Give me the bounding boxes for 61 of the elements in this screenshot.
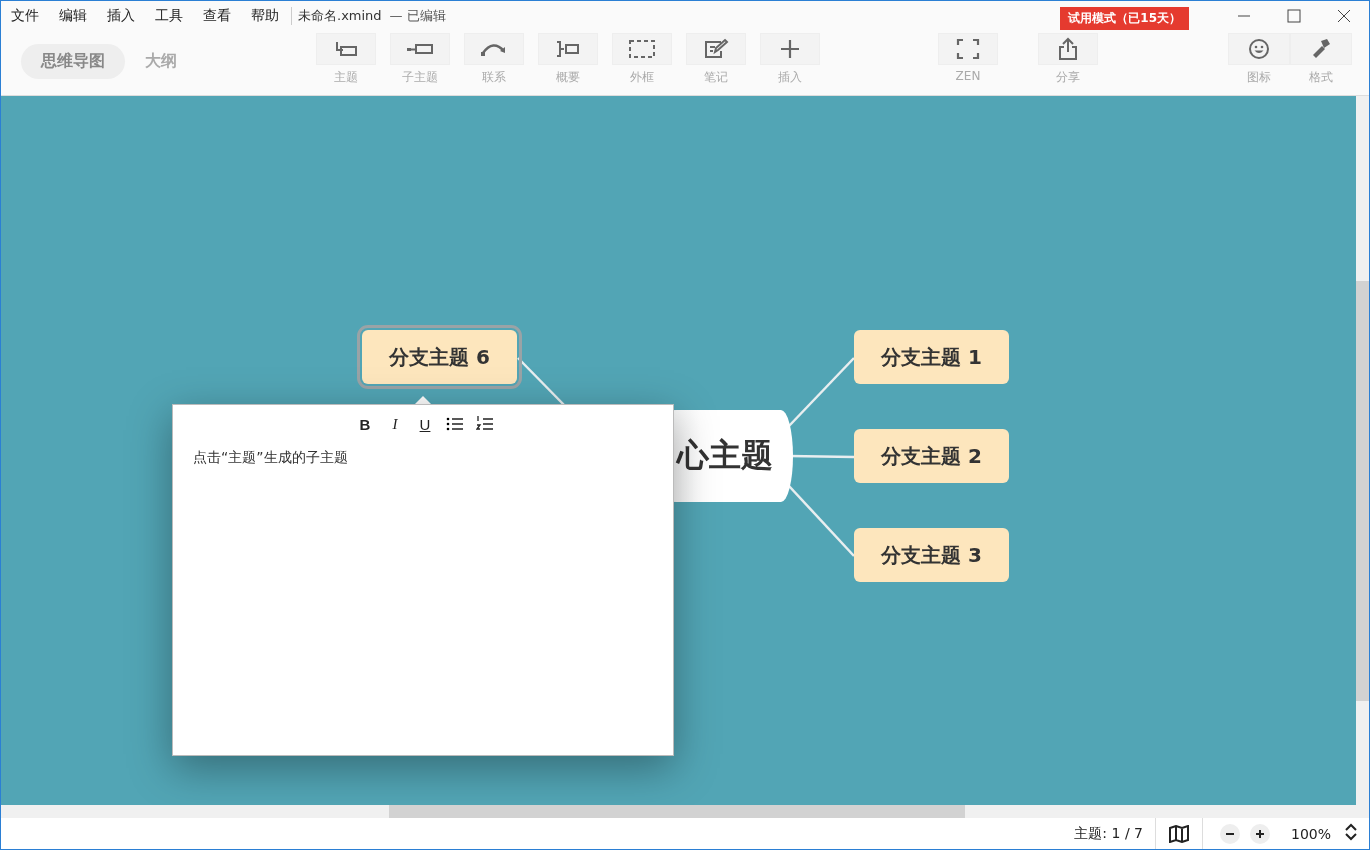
menu-item[interactable]: 插入: [97, 7, 145, 25]
menu-item[interactable]: 工具: [145, 7, 193, 25]
button-label: 图标: [1247, 69, 1271, 86]
button-label: 概要: [556, 69, 580, 86]
branch-topic[interactable]: 分支主题 2: [854, 429, 1009, 483]
connector-line: [788, 357, 855, 427]
button-label: 主题: [334, 69, 358, 86]
close-icon: [1337, 9, 1351, 23]
fullscreen-icon: [956, 38, 980, 60]
button-label: 联系: [482, 69, 506, 86]
note-button[interactable]: [686, 33, 746, 65]
trial-badge: 试用模式（已15天）: [1060, 7, 1189, 30]
maximize-icon: [1287, 9, 1301, 23]
topic-icon: [333, 39, 359, 59]
topic-button[interactable]: [316, 33, 376, 65]
zoom-level: 100%: [1290, 825, 1331, 842]
bullets-button[interactable]: [446, 415, 464, 433]
button-label: ZEN: [955, 69, 981, 83]
relation-button[interactable]: [464, 33, 524, 65]
share-button[interactable]: [1038, 33, 1098, 65]
button-label: 外框: [630, 69, 654, 86]
button-label: 笔记: [704, 69, 728, 86]
branch-topic[interactable]: 分支主题 3: [854, 528, 1009, 582]
note-edit-icon: [703, 38, 729, 60]
button-label: 子主题: [402, 69, 438, 86]
insert-button[interactable]: [760, 33, 820, 65]
smiley-icon: [1248, 38, 1270, 60]
subtopic-button[interactable]: [390, 33, 450, 65]
document-title: 未命名.xmind: [291, 7, 382, 25]
menu-item[interactable]: 文件: [1, 7, 49, 25]
button-label: 分享: [1056, 69, 1080, 86]
boundary-button[interactable]: [612, 33, 672, 65]
bracket-icon: [554, 39, 582, 59]
numbers-button[interactable]: [476, 415, 494, 433]
button-label: 格式: [1309, 69, 1333, 86]
menu-item[interactable]: 编辑: [49, 7, 97, 25]
note-text[interactable]: 点击“主题”生成的子主题: [193, 449, 348, 467]
zoom-stepper-icon: [1345, 823, 1357, 841]
menu-item[interactable]: 查看: [193, 7, 241, 25]
connector-line: [788, 485, 855, 557]
scrollbar-thumb[interactable]: [1356, 281, 1369, 701]
branch-topic[interactable]: 分支主题 1: [854, 330, 1009, 384]
dashed-box-icon: [628, 39, 656, 59]
zen-button[interactable]: [938, 33, 998, 65]
plus-icon: [779, 38, 801, 60]
topic-count: 主题: 1 / 7: [1074, 824, 1144, 843]
bullet-list-icon: [446, 416, 464, 432]
scrollbar-thumb[interactable]: [389, 805, 965, 818]
italic-button[interactable]: I: [386, 415, 404, 433]
numbered-list-icon: [476, 415, 494, 433]
menu-item[interactable]: 帮助: [241, 7, 289, 25]
map-icon: [1167, 824, 1190, 843]
underline-button[interactable]: U: [416, 415, 434, 433]
summary-button[interactable]: [538, 33, 598, 65]
button-label: 插入: [778, 69, 802, 86]
zoom-in-icon: [1254, 828, 1265, 839]
bold-button[interactable]: B: [356, 415, 374, 433]
share-icon: [1057, 37, 1079, 61]
icon-button[interactable]: [1228, 33, 1290, 65]
edit-status: — 已编辑: [389, 7, 446, 25]
format-button[interactable]: [1290, 33, 1352, 65]
